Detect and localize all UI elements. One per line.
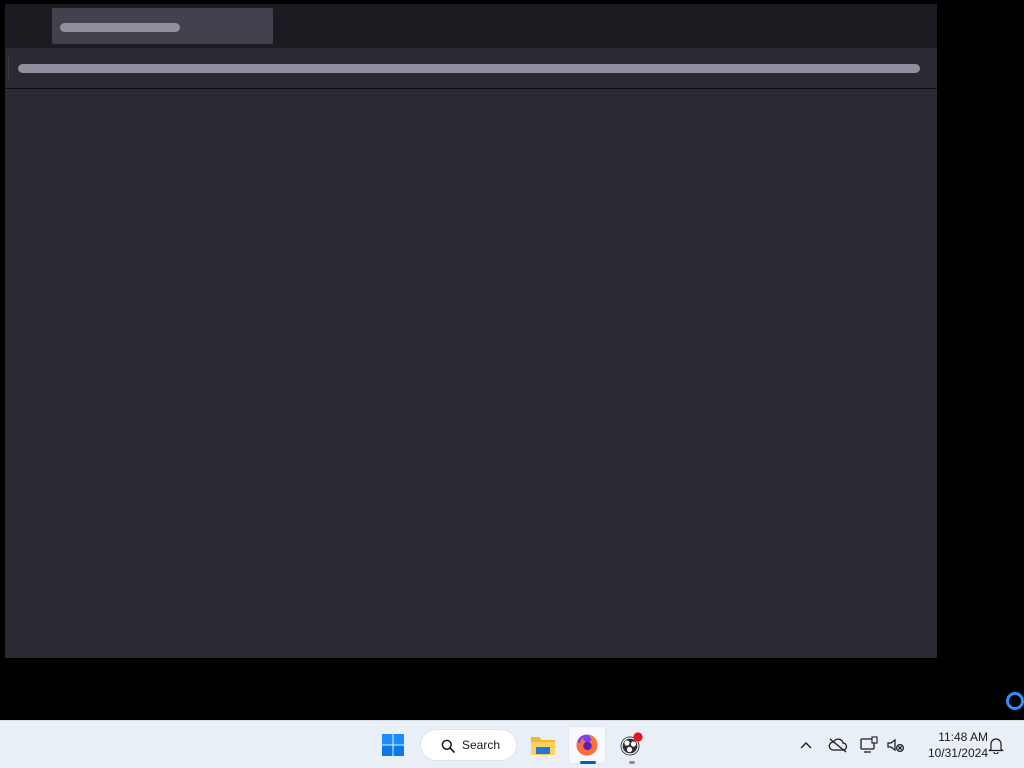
start-button[interactable] xyxy=(374,726,412,764)
firefox-active-indicator xyxy=(580,761,596,764)
tab-strip xyxy=(5,4,937,48)
tab-title-placeholder xyxy=(60,23,180,32)
network-icon xyxy=(860,736,878,753)
address-bar-placeholder[interactable] xyxy=(18,64,920,73)
obs-button[interactable] xyxy=(612,726,650,764)
volume-status[interactable] xyxy=(886,735,906,755)
clock-time: 11:48 AM xyxy=(938,730,988,744)
search-label: Search xyxy=(462,738,501,752)
page-content xyxy=(5,89,937,658)
recording-badge-icon xyxy=(633,732,643,742)
bell-icon xyxy=(988,738,1004,754)
clock-date: 10/31/2024 xyxy=(927,746,988,760)
onedrive-status[interactable] xyxy=(828,735,848,755)
tab-loading[interactable] xyxy=(52,8,273,44)
firefox-button[interactable] xyxy=(568,726,606,764)
show-hidden-icons-button[interactable] xyxy=(796,735,816,755)
browser-window xyxy=(5,4,937,658)
cloud-offline-icon xyxy=(828,738,848,753)
chevron-up-icon xyxy=(800,742,812,749)
windows-start-icon xyxy=(382,734,404,756)
loading-ring-icon xyxy=(1006,692,1024,710)
taskbar: Search 11:48 AM 10/31/2024 xyxy=(0,720,1024,768)
obs-icon xyxy=(620,732,643,756)
obs-running-indicator xyxy=(629,761,635,764)
firefox-icon xyxy=(576,734,598,756)
volume-muted-icon xyxy=(887,738,905,753)
folder-icon xyxy=(531,737,555,755)
toolbar-divider xyxy=(8,56,9,80)
system-clock[interactable]: 11:48 AM 10/31/2024 xyxy=(912,729,988,761)
taskbar-search[interactable]: Search xyxy=(420,729,517,761)
navigation-toolbar xyxy=(5,48,937,89)
file-explorer-button[interactable] xyxy=(524,726,562,764)
network-status[interactable] xyxy=(859,735,879,755)
notifications-button[interactable] xyxy=(986,735,1006,755)
search-icon xyxy=(441,739,455,753)
